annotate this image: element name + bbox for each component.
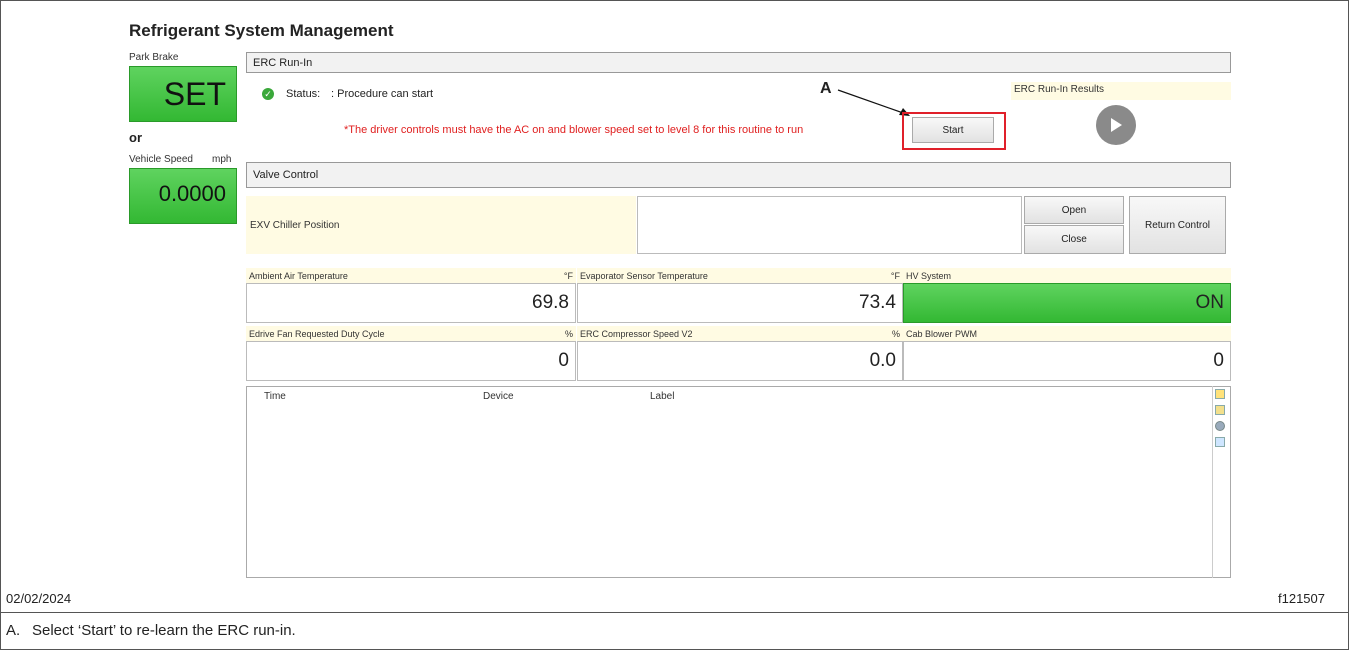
status-text: : Procedure can start: [331, 88, 434, 100]
reading-unit: °F: [563, 270, 573, 281]
open-button[interactable]: Open: [1024, 196, 1124, 224]
reading-label: Cab Blower PWM: [906, 328, 978, 339]
reading-label: Edrive Fan Requested Duty Cycle: [249, 328, 385, 339]
check-circle-icon: ✓: [262, 88, 274, 100]
return-control-button[interactable]: Return Control: [1129, 196, 1226, 254]
close-button[interactable]: Close: [1024, 225, 1124, 254]
log-divider: [1212, 386, 1213, 578]
blower-warning-text: *The driver controls must have the AC on…: [344, 124, 804, 136]
status-label: Status:: [286, 88, 321, 100]
start-button[interactable]: Start: [912, 117, 994, 143]
exv-chiller-position-field: [637, 196, 1022, 254]
valve-control-header: Valve Control: [246, 162, 1231, 188]
erc-compressor-label-bar: ERC Compressor Speed V2 %: [577, 326, 903, 341]
ambient-air-temp-label-bar: Ambient Air Temperature °F: [246, 268, 576, 283]
erc-run-in-header: ERC Run-In: [246, 52, 1231, 73]
hv-system-label-bar: HV System: [903, 268, 1231, 283]
vehicle-speed-value: 0.0000: [158, 181, 226, 206]
calendar-icon[interactable]: [1215, 437, 1225, 447]
reading-unit: %: [564, 328, 573, 339]
park-brake-value: SET: [163, 75, 226, 112]
figure-id: f121507: [1278, 591, 1325, 606]
edrive-fan-label-bar: Edrive Fan Requested Duty Cycle %: [246, 326, 576, 341]
caption-letter: A.: [6, 622, 21, 639]
evaporator-temp-label-bar: Evaporator Sensor Temperature °F: [577, 268, 903, 283]
flag-icon[interactable]: [1215, 389, 1225, 399]
vehicle-speed-indicator: 0.0000: [129, 168, 237, 224]
log-column-time[interactable]: Time: [264, 391, 286, 402]
export-icon[interactable]: [1215, 405, 1225, 415]
evaporator-temp-value: 73.4: [577, 283, 903, 323]
reading-label: HV System: [906, 270, 952, 281]
exv-chiller-label: EXV Chiller Position: [250, 220, 340, 231]
park-brake-indicator: SET: [129, 66, 237, 122]
reading-unit: °F: [890, 270, 900, 281]
callout-label: A: [820, 80, 832, 97]
page-title: Refrigerant System Management: [129, 21, 394, 40]
log-column-label[interactable]: Label: [650, 391, 674, 402]
cab-blower-value: 0: [903, 341, 1231, 381]
caption-text: Select ‘Start’ to re-learn the ERC run-i…: [32, 622, 296, 639]
globe-icon[interactable]: [1215, 421, 1225, 431]
ambient-air-temp-value: 69.8: [246, 283, 576, 323]
edrive-fan-value: 0: [246, 341, 576, 381]
vehicle-speed-label: Vehicle Speed: [129, 154, 193, 165]
reading-label: ERC Compressor Speed V2: [580, 328, 693, 339]
park-brake-label: Park Brake: [129, 52, 179, 63]
play-icon[interactable]: [1096, 105, 1136, 145]
erc-compressor-value: 0.0: [577, 341, 903, 381]
reading-unit: %: [891, 328, 900, 339]
log-column-device[interactable]: Device: [483, 391, 514, 402]
figure-date: 02/02/2024: [6, 591, 72, 606]
results-label: ERC Run-In Results: [1014, 84, 1105, 95]
or-label: or: [129, 130, 142, 145]
hv-system-value: ON: [903, 283, 1231, 323]
reading-label: Evaporator Sensor Temperature: [580, 270, 708, 281]
log-table[interactable]: [246, 386, 1231, 578]
vehicle-speed-unit: mph: [212, 154, 232, 165]
reading-label: Ambient Air Temperature: [249, 270, 348, 281]
cab-blower-label-bar: Cab Blower PWM: [903, 326, 1231, 341]
